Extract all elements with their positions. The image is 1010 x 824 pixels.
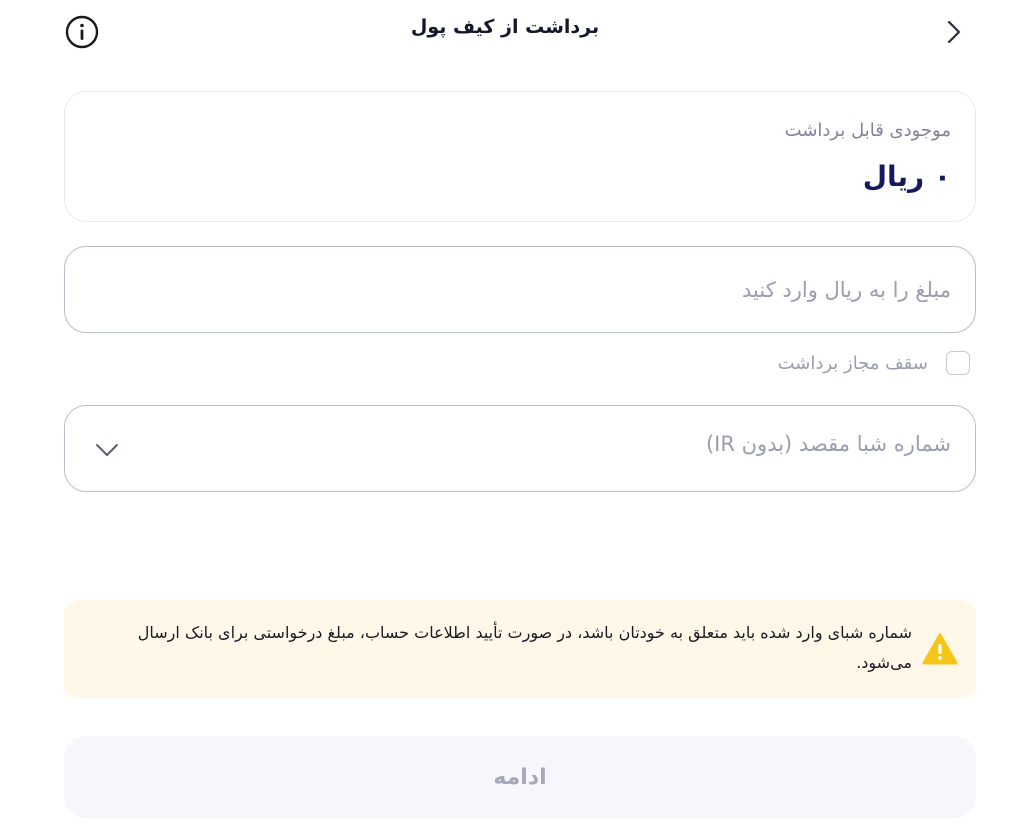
info-icon [65,15,99,49]
top-bar: برداشت از کیف پول [0,0,1010,62]
warning-text: شماره شبای وارد شده باید متعلق به خودتان… [137,623,912,672]
withdraw-limit-label: سقف مجاز برداشت [777,352,928,374]
iban-placeholder: شماره شبا مقصد (بدون IR) [705,432,951,456]
amount-field [64,246,976,333]
continue-button[interactable]: ادامه [64,736,976,818]
withdraw-page: برداشت از کیف پول موجودی قابل برداشت ۰ ر… [0,0,1010,824]
balance-card: موجودی قابل برداشت ۰ ریال [64,91,976,222]
info-button[interactable] [64,14,100,50]
chevron-down-icon [93,436,121,464]
warning-icon [922,633,958,665]
balance-label: موجودی قابل برداشت [784,120,951,141]
amount-input[interactable] [65,247,975,332]
withdraw-limit-checkbox[interactable] [946,351,970,375]
withdraw-limit-row[interactable]: سقف مجاز برداشت [778,349,970,377]
iban-select[interactable]: شماره شبا مقصد (بدون IR) [64,405,976,492]
page-title: برداشت از کیف پول [410,16,600,38]
iban-ownership-warning: شماره شبای وارد شده باید متعلق به خودتان… [64,600,976,698]
balance-value: ۰ ریال [862,160,951,193]
